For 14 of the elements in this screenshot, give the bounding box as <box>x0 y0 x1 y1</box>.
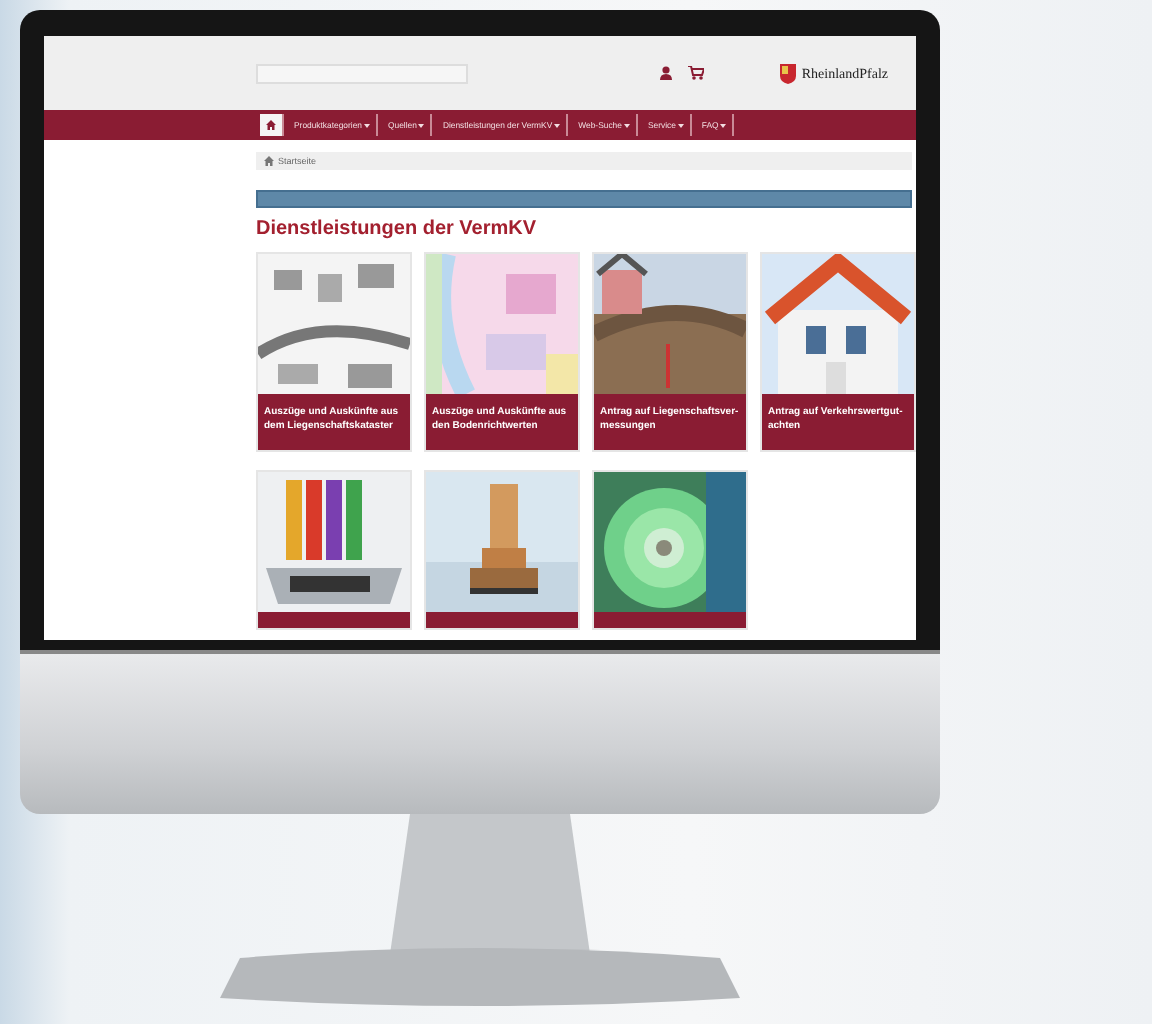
caret-icon <box>677 123 684 127</box>
search-field[interactable] <box>256 63 468 83</box>
home-icon <box>266 120 276 130</box>
caret-icon <box>554 123 561 127</box>
cart-icon[interactable] <box>687 66 704 80</box>
caret-icon <box>720 123 727 127</box>
page-heading: Dienstleistungen der VermKV <box>256 218 539 240</box>
caret-icon <box>418 123 425 127</box>
home-icon <box>264 156 274 166</box>
crest-icon <box>779 63 796 83</box>
home-tab[interactable] <box>260 114 284 136</box>
caret-icon <box>364 123 370 127</box>
user-icon[interactable] <box>659 66 672 80</box>
caret-icon <box>623 123 630 127</box>
